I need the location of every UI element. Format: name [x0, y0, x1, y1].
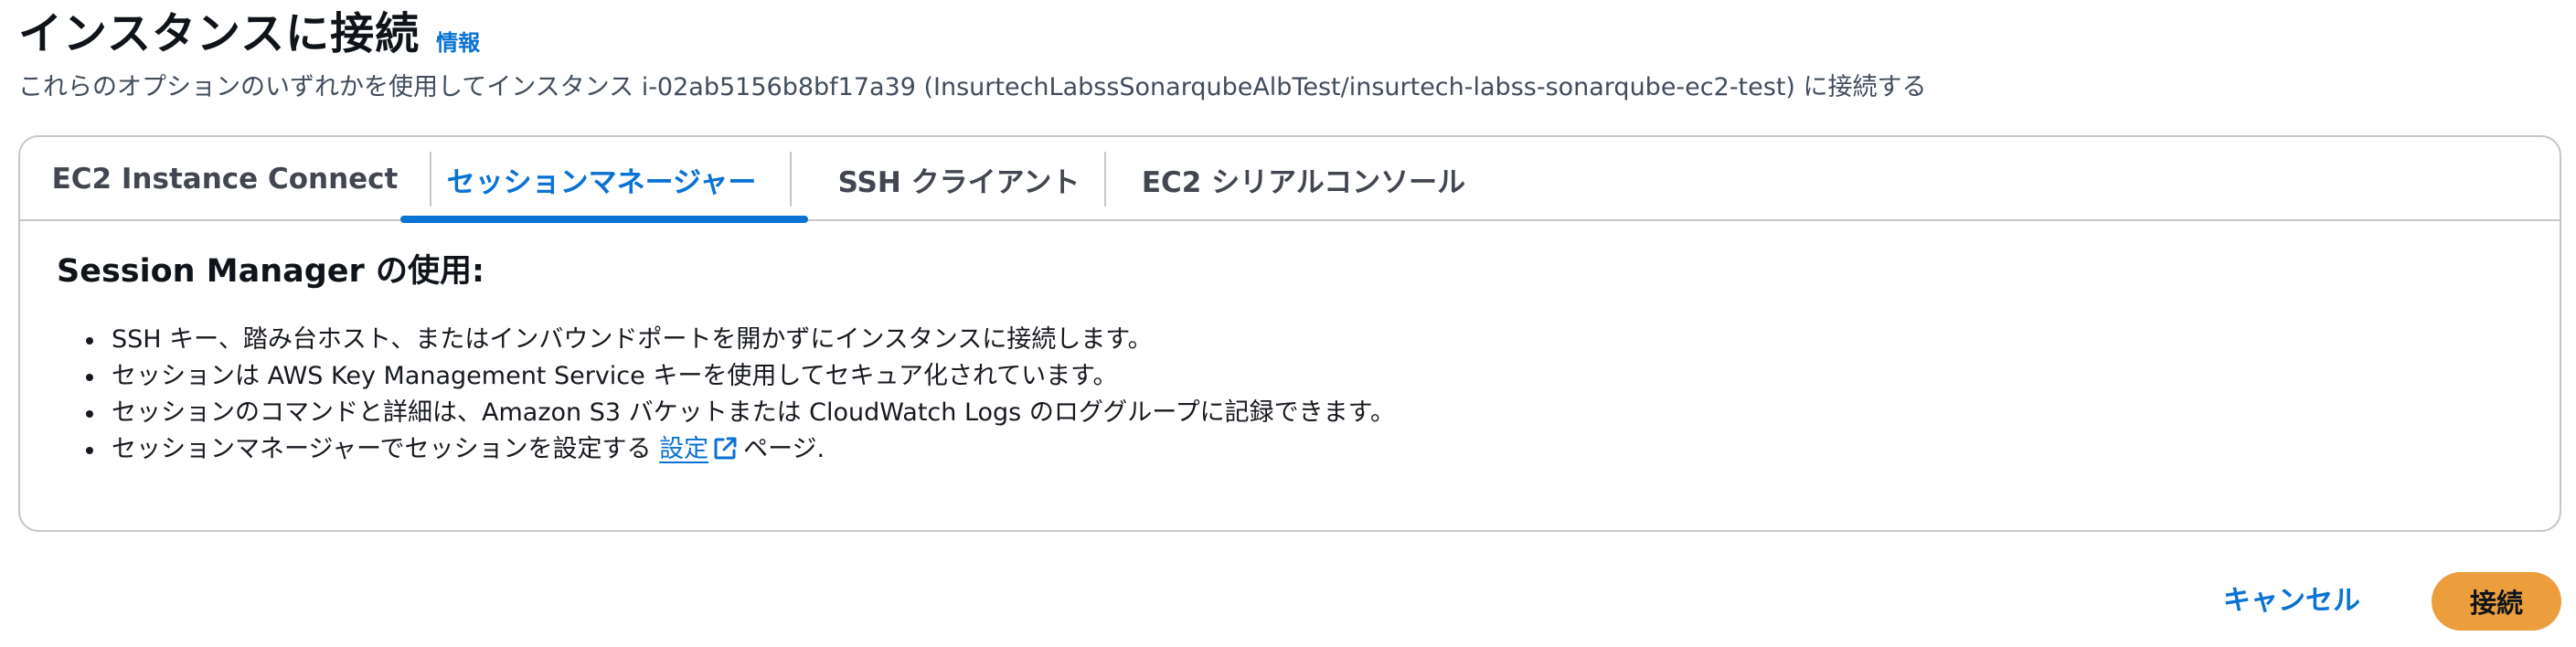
- tab-ec2-serial-console[interactable]: EC2 シリアルコンソール: [1106, 137, 1501, 221]
- list-item: セッションマネージャーでセッションを設定する 設定 ページ.: [86, 431, 1395, 468]
- bullet-dot: [86, 337, 93, 345]
- list-item-text: SSH キー、踏み台ホスト、またはインバウンドポートを開かずにインスタンスに接続…: [112, 325, 1153, 354]
- list-item: SSH キー、踏み台ホスト、またはインバウンドポートを開かずにインスタンスに接続…: [86, 322, 1395, 358]
- bullet-dot: [86, 447, 93, 454]
- feature-list: SSH キー、踏み台ホスト、またはインバウンドポートを開かずにインスタンスに接続…: [86, 322, 1395, 468]
- tab-bar: EC2 Instance Connect セッションマネージャー SSH クライ…: [20, 137, 2560, 223]
- list-item: セッションは AWS Key Management Service キーを使用し…: [86, 358, 1395, 395]
- cancel-button[interactable]: キャンセル: [2223, 576, 2360, 627]
- tab-ssh-client[interactable]: SSH クライアント: [792, 137, 1126, 221]
- page-subtitle: これらのオプションのいずれかを使用してインスタンス i-02ab5156b8bf…: [18, 73, 1927, 101]
- panel-heading: Session Manager の使用:: [57, 253, 484, 290]
- page-header: インスタンスに接続 情報: [18, 5, 480, 62]
- tab-session-manager[interactable]: セッションマネージャー: [395, 137, 808, 223]
- page-title: インスタンスに接続: [18, 8, 420, 59]
- list-item-text: セッションのコマンドと詳細は、Amazon S3 バケットまたは CloudWa…: [112, 398, 1395, 427]
- external-link-icon[interactable]: [712, 436, 738, 472]
- list-item-text: セッションは AWS Key Management Service キーを使用し…: [112, 362, 1118, 390]
- settings-link[interactable]: 設定: [659, 435, 708, 463]
- bullet-dot: [86, 410, 93, 418]
- list-item-text: セッションマネージャーでセッションを設定する: [112, 435, 660, 463]
- bullet-dot: [86, 374, 93, 381]
- info-link[interactable]: 情報: [436, 25, 480, 57]
- list-item-suffix: ページ.: [743, 435, 825, 463]
- connect-options-container: EC2 Instance Connect セッションマネージャー SSH クライ…: [18, 135, 2561, 532]
- connect-button[interactable]: 接続: [2432, 572, 2561, 631]
- tab-ec2-instance-connect[interactable]: EC2 Instance Connect: [20, 137, 430, 221]
- list-item: セッションのコマンドと詳細は、Amazon S3 バケットまたは CloudWa…: [86, 395, 1395, 431]
